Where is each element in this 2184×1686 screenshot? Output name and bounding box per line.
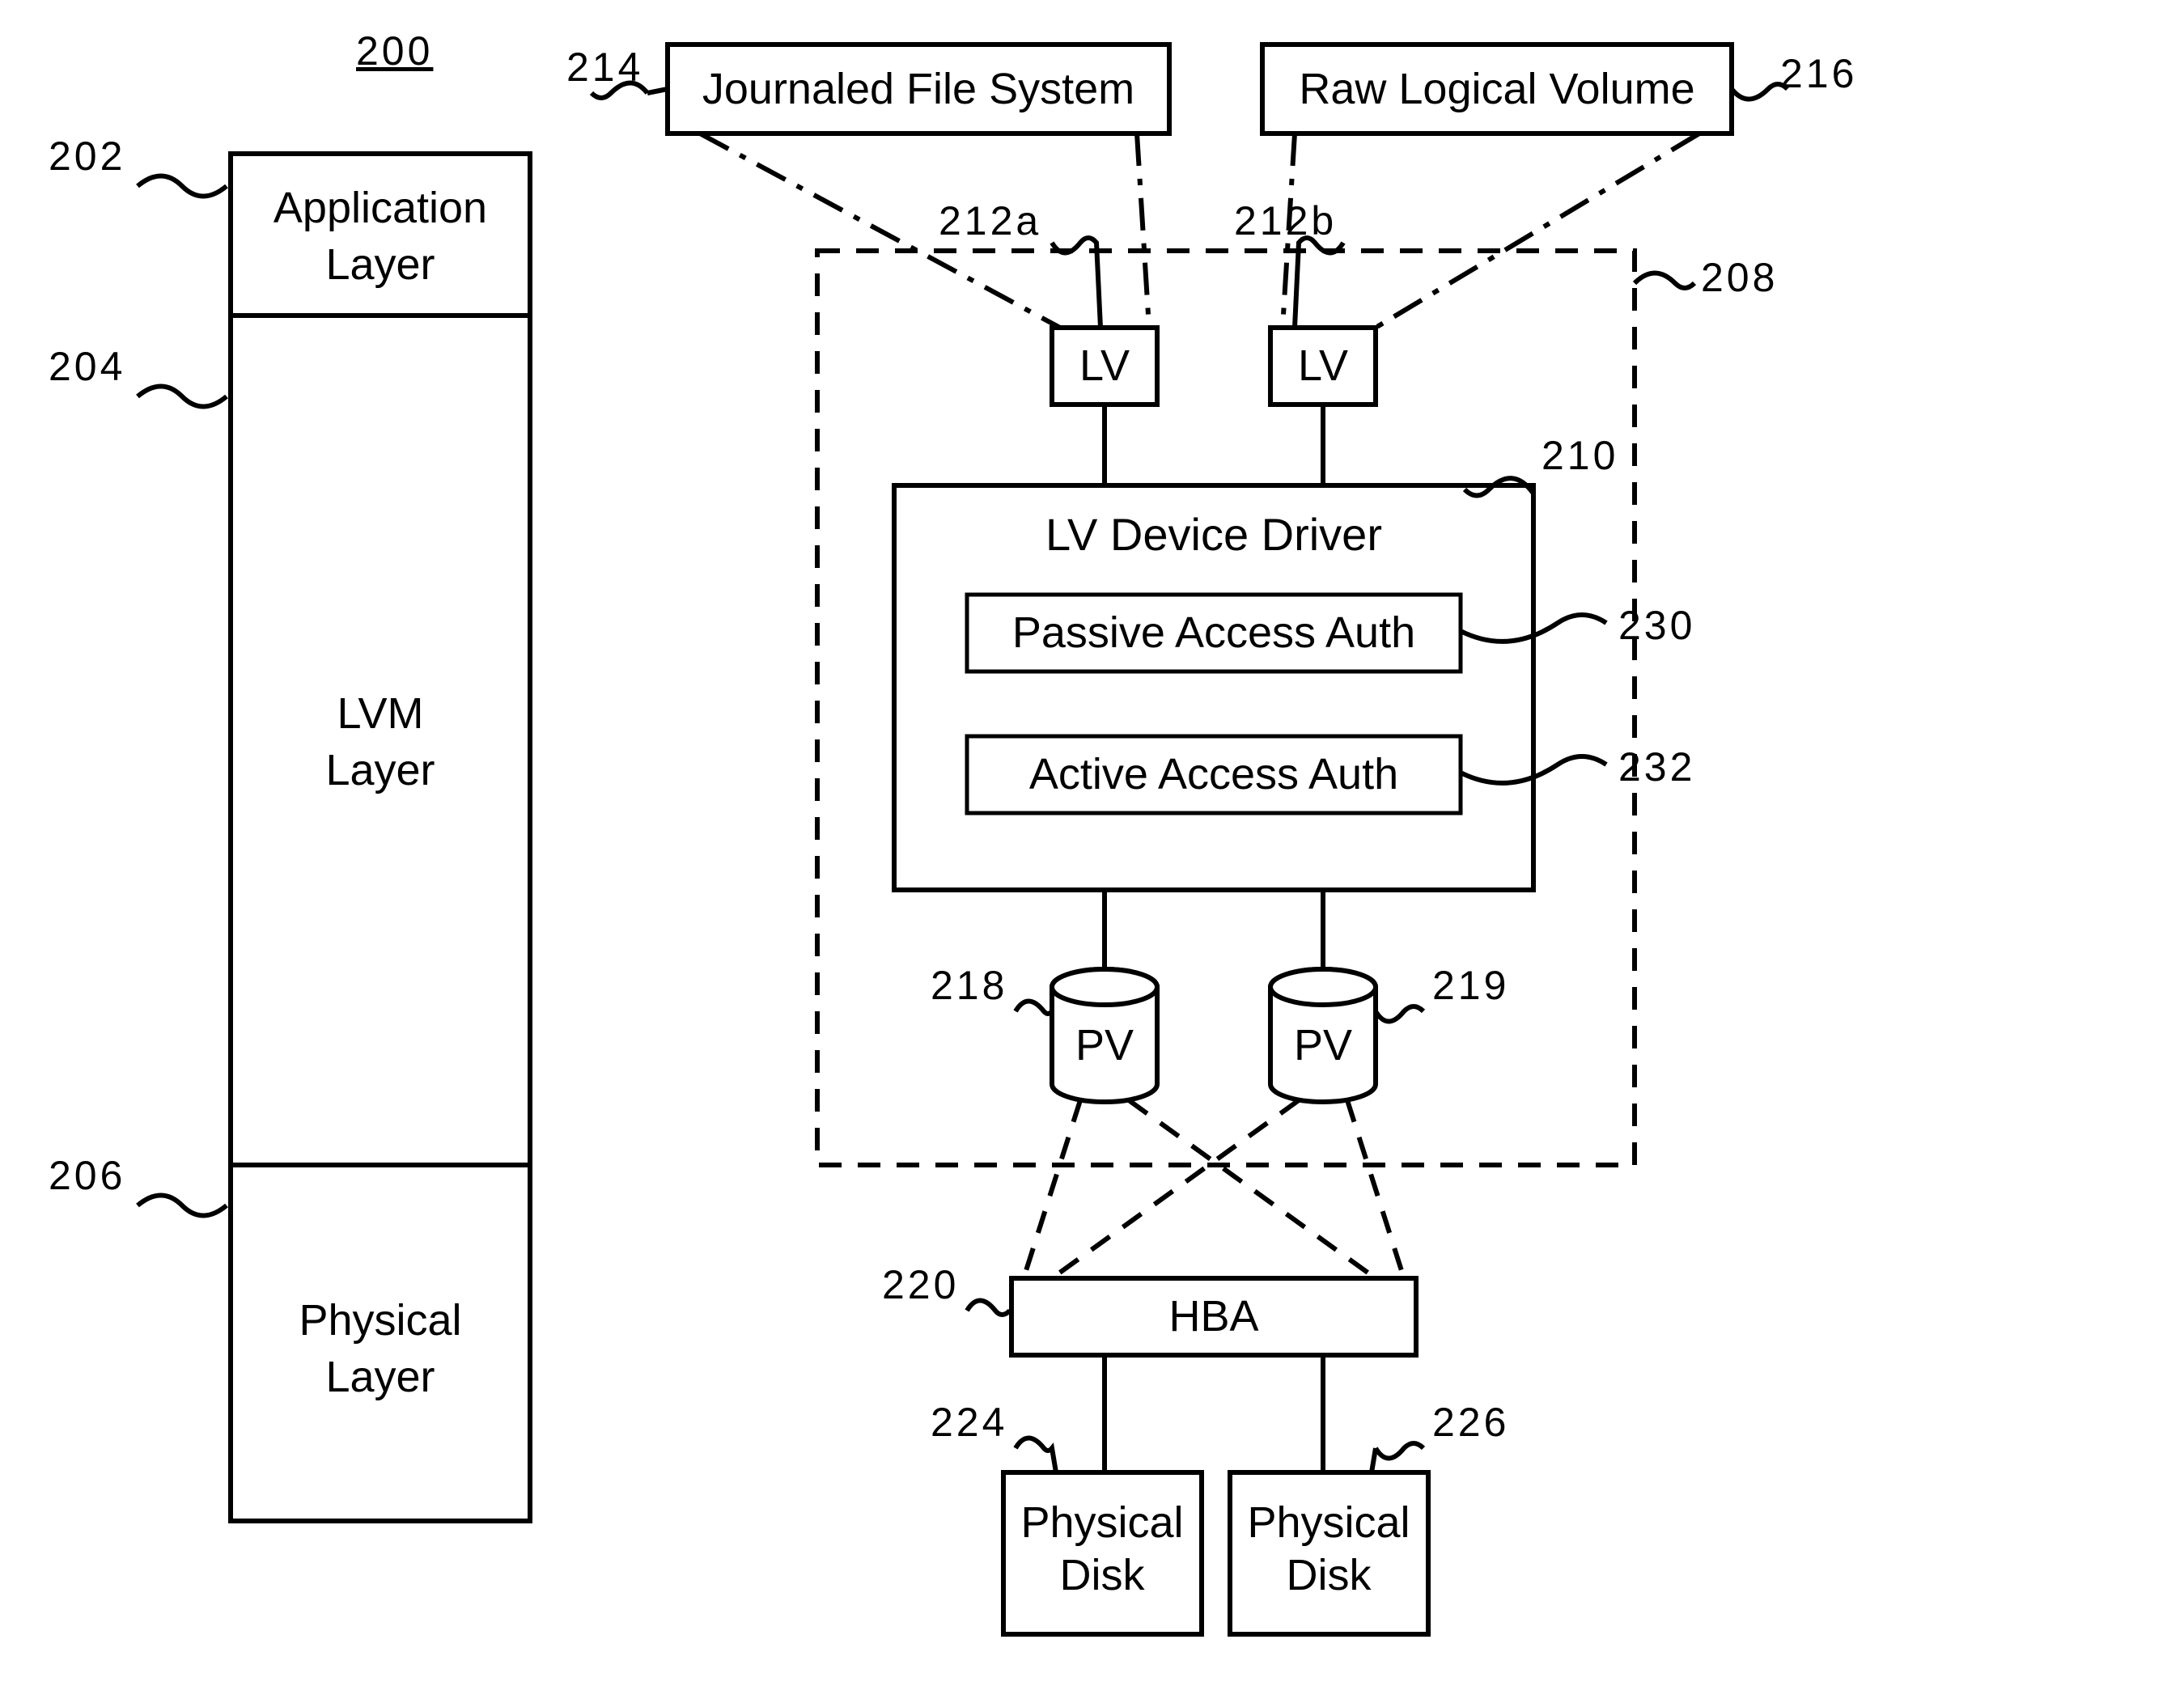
pv-hba-crosslinks — [1024, 1100, 1404, 1278]
hba-box: HBA — [1011, 1278, 1416, 1355]
svg-text:LV Device Driver: LV Device Driver — [1045, 509, 1382, 560]
svg-text:Passive Access Auth: Passive Access Auth — [1012, 608, 1415, 657]
svg-text:Journaled File System: Journaled File System — [702, 65, 1134, 113]
svg-text:210: 210 — [1542, 433, 1618, 478]
svg-text:Physical: Physical — [1020, 1498, 1183, 1547]
ref-lead-219: 219 — [1376, 963, 1509, 1022]
svg-text:216: 216 — [1780, 51, 1857, 96]
svg-text:219: 219 — [1432, 963, 1509, 1008]
ref-lead-208: 208 — [1635, 255, 1778, 300]
ref-lead-214: 214 — [566, 44, 668, 98]
svg-text:220: 220 — [882, 1262, 959, 1307]
svg-text:Raw Logical Volume: Raw Logical Volume — [1299, 65, 1694, 113]
pv-cylinder-a: PV — [1052, 969, 1157, 1102]
svg-text:HBA: HBA — [1168, 1292, 1258, 1341]
journaled-file-system-box: Journaled File System — [668, 44, 1169, 133]
application-layer-label-1: Application — [274, 184, 487, 232]
ref-lead-224: 224 — [931, 1400, 1056, 1472]
svg-text:230: 230 — [1618, 603, 1695, 648]
svg-text:208: 208 — [1701, 255, 1778, 300]
svg-text:Disk: Disk — [1287, 1551, 1372, 1599]
ref-lead-204: 204 — [49, 344, 227, 407]
svg-text:232: 232 — [1618, 744, 1695, 790]
svg-text:LV: LV — [1079, 341, 1130, 390]
layer-stack: Application Layer LVM Layer Physical Lay… — [231, 154, 530, 1521]
svg-text:206: 206 — [49, 1153, 125, 1198]
svg-text:204: 204 — [49, 344, 125, 389]
lv-box-a: LV — [1052, 328, 1157, 405]
physical-disk-b: Physical Disk — [1230, 1472, 1428, 1634]
raw-logical-volume-box: Raw Logical Volume — [1262, 44, 1732, 133]
svg-text:Disk: Disk — [1060, 1551, 1146, 1599]
svg-text:226: 226 — [1432, 1400, 1509, 1445]
ref-lead-212a: 212a — [939, 198, 1100, 328]
lvm-layer-box — [231, 316, 530, 1165]
svg-text:224: 224 — [931, 1400, 1007, 1445]
svg-text:Physical: Physical — [1247, 1498, 1410, 1547]
svg-text:212b: 212b — [1234, 198, 1337, 244]
application-layer-label-2: Layer — [325, 240, 435, 289]
lv-box-b: LV — [1270, 328, 1376, 405]
ref-lead-218: 218 — [931, 963, 1052, 1014]
svg-text:200: 200 — [356, 28, 433, 74]
svg-text:LV: LV — [1298, 341, 1348, 390]
application-layer-box — [231, 154, 530, 316]
lv-device-driver-box: LV Device Driver Passive Access Auth Act… — [894, 485, 1533, 890]
svg-text:212a: 212a — [939, 198, 1041, 244]
figure-ref-label: 200 — [356, 28, 433, 74]
svg-text:202: 202 — [49, 133, 125, 179]
svg-text:PV: PV — [1294, 1021, 1352, 1070]
svg-text:Active Access Auth: Active Access Auth — [1029, 750, 1398, 799]
physical-layer-label-1: Physical — [299, 1296, 461, 1345]
physical-layer-label-2: Layer — [325, 1353, 435, 1401]
lvm-layer-label-1: LVM — [337, 689, 423, 738]
lvm-layer-label-2: Layer — [325, 746, 435, 794]
ref-lead-206: 206 — [49, 1153, 227, 1216]
ref-lead-216: 216 — [1732, 51, 1857, 100]
ref-lead-220: 220 — [882, 1262, 1010, 1315]
ref-lead-226: 226 — [1372, 1400, 1509, 1472]
pv-cylinder-b: PV — [1270, 969, 1376, 1102]
ref-lead-202: 202 — [49, 133, 227, 197]
physical-disk-a: Physical Disk — [1003, 1472, 1202, 1634]
svg-text:218: 218 — [931, 963, 1007, 1008]
jfs-to-lv-lines — [700, 133, 1149, 328]
svg-text:PV: PV — [1075, 1021, 1134, 1070]
